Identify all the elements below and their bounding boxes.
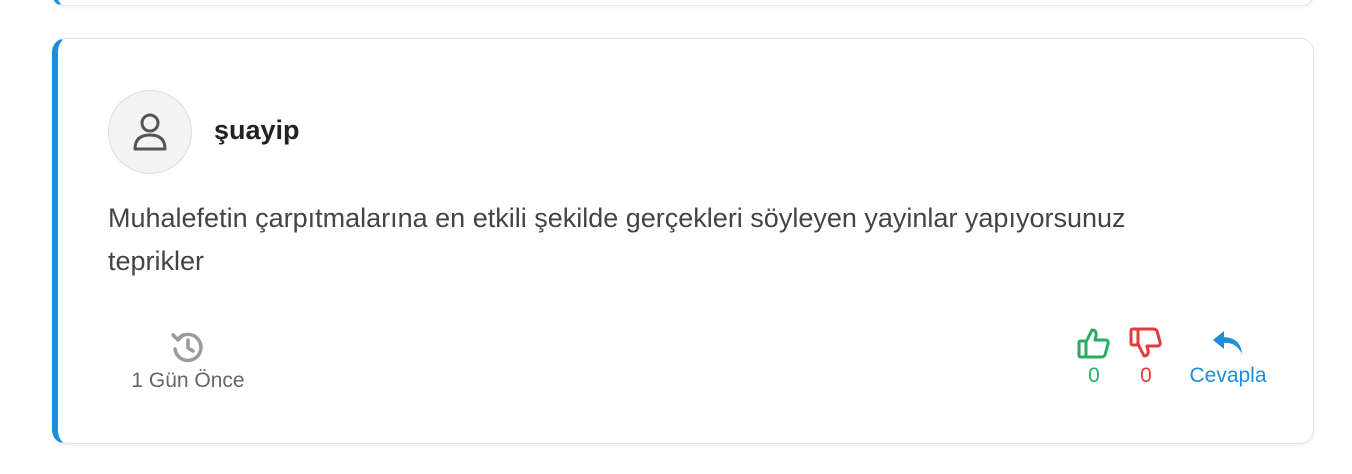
reply-icon <box>1186 326 1270 360</box>
history-icon <box>120 329 256 365</box>
comment-text: Muhalefetin çarpıtmalarına en etkili şek… <box>108 203 1126 276</box>
avatar <box>108 90 192 174</box>
time-label: 1 Gün Önce <box>131 369 245 392</box>
dislike-button[interactable]: 0 <box>1126 326 1166 388</box>
reply-button[interactable]: Cevapla <box>1186 326 1270 388</box>
thumbs-up-icon <box>1074 326 1114 360</box>
previous-comment-card <box>52 0 1314 6</box>
thumbs-down-icon <box>1126 326 1166 360</box>
dislike-count: 0 <box>1140 364 1152 387</box>
user-icon <box>132 112 168 152</box>
like-button[interactable]: 0 <box>1074 326 1114 388</box>
comment-actions: 0 0 Cevapla <box>1074 326 1274 396</box>
reply-label: Cevapla <box>1189 364 1267 387</box>
comment-time: 1 Gün Önce <box>120 329 256 393</box>
comment-card: şuayip Muhalefetin çarpıtmalarına en etk… <box>52 38 1314 444</box>
comment-author: şuayip <box>214 115 300 145</box>
like-count: 0 <box>1088 364 1100 387</box>
